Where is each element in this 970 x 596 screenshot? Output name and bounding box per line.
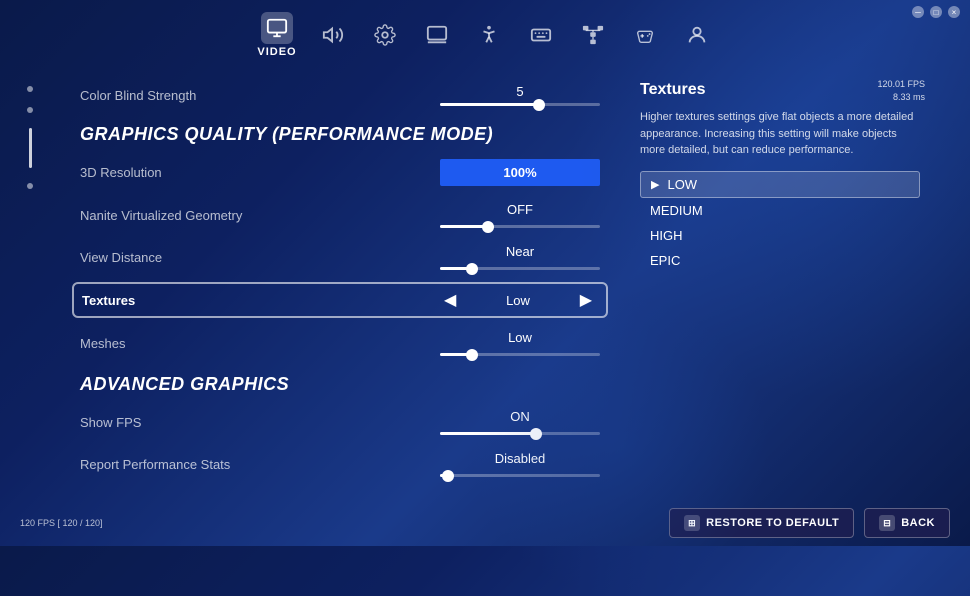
ms-value: 8.33 ms: [877, 91, 925, 104]
controller-icon: [629, 19, 661, 51]
fps-info: 120 FPS [ 120 / 120]: [20, 517, 103, 530]
setting-color-blind: Color Blind Strength 5: [80, 76, 600, 114]
textures-value: Low: [478, 293, 558, 308]
quality-option-epic[interactable]: EPIC: [640, 248, 920, 273]
textures-prev-btn[interactable]: ◀: [438, 290, 462, 310]
resolution-label: 3D Resolution: [80, 165, 260, 180]
show-fps-label: Show FPS: [80, 415, 260, 430]
nanite-slider[interactable]: [440, 225, 600, 228]
nav-item-input[interactable]: [525, 19, 557, 51]
show-fps-value: ON: [510, 409, 530, 424]
meshes-value: Low: [508, 330, 532, 345]
quality-label-high: HIGH: [650, 228, 683, 243]
sidebar: [0, 66, 60, 547]
setting-show-fps: Show FPS ON: [80, 401, 600, 443]
gear-icon: [369, 19, 401, 51]
view-distance-control: Near: [440, 244, 600, 270]
color-blind-value: 5: [480, 84, 560, 99]
info-description: Higher textures settings give flat objec…: [640, 109, 920, 159]
performance-stats-value: Disabled: [495, 451, 546, 466]
view-distance-slider[interactable]: [440, 267, 600, 270]
speaker-icon: [317, 19, 349, 51]
nav-item-settings[interactable]: [369, 19, 401, 51]
nav-item-network[interactable]: [577, 19, 609, 51]
keyboard-icon: [525, 19, 557, 51]
back-label: BACK: [901, 517, 935, 529]
nanite-label: Nanite Virtualized Geometry: [80, 208, 260, 223]
display-icon: [421, 19, 453, 51]
nanite-value: OFF: [507, 202, 533, 217]
network-icon: [577, 19, 609, 51]
setting-meshes: Meshes Low: [80, 322, 600, 364]
color-blind-label: Color Blind Strength: [80, 88, 260, 103]
nav-label-video: VIDEO: [257, 46, 296, 58]
setting-resolution: 3D Resolution 100%: [80, 151, 600, 194]
setting-textures[interactable]: Textures ◀ Low ▶: [72, 282, 608, 318]
sidebar-dot-2: [27, 107, 33, 113]
person-icon: [681, 19, 713, 51]
back-icon: ⊟: [879, 515, 895, 531]
nav-item-audio[interactable]: [317, 19, 349, 51]
quality-label-epic: EPIC: [650, 253, 680, 268]
right-panel: 120.01 FPS 8.33 ms Textures Higher textu…: [620, 66, 940, 547]
fps-value: 120.01 FPS: [877, 78, 925, 91]
graphics-section-header: GRAPHICS QUALITY (PERFORMANCE MODE): [80, 114, 600, 151]
sidebar-line: [29, 128, 32, 168]
restore-icon: ⊞: [684, 515, 700, 531]
main-layout: Color Blind Strength 5 GRAPHICS QUALITY …: [0, 66, 970, 547]
quality-option-low[interactable]: ▶ LOW: [640, 171, 920, 198]
nav-item-controller[interactable]: [629, 19, 661, 51]
quality-arrow-low: ▶: [651, 178, 659, 191]
view-distance-value: Near: [506, 244, 534, 259]
meshes-control: Low: [440, 330, 600, 356]
advanced-section-header: ADVANCED GRAPHICS: [80, 364, 600, 401]
restore-label: RESTORE TO DEFAULT: [706, 517, 839, 529]
performance-stats-slider[interactable]: [440, 474, 600, 477]
textures-control: ◀ Low ▶: [438, 290, 598, 310]
meshes-slider[interactable]: [440, 353, 600, 356]
restore-default-button[interactable]: ⊞ RESTORE TO DEFAULT: [669, 508, 854, 538]
top-nav: VIDEO: [0, 0, 970, 66]
sidebar-dot-3: [27, 183, 33, 189]
fps-counter: 120.01 FPS 8.33 ms: [877, 78, 925, 103]
quality-option-medium[interactable]: MEDIUM: [640, 198, 920, 223]
resolution-value[interactable]: 100%: [440, 159, 600, 186]
nanite-control: OFF: [440, 202, 600, 228]
quality-list: ▶ LOW MEDIUM HIGH EPIC: [640, 171, 920, 273]
nav-item-video[interactable]: VIDEO: [257, 12, 296, 58]
show-fps-slider[interactable]: [440, 432, 600, 435]
show-fps-control: ON: [440, 409, 600, 435]
color-blind-control: 5: [440, 84, 600, 106]
setting-view-distance: View Distance Near: [80, 236, 600, 278]
view-distance-label: View Distance: [80, 250, 260, 265]
quality-label-low: LOW: [667, 177, 697, 192]
performance-stats-control: Disabled: [440, 451, 600, 477]
textures-next-btn[interactable]: ▶: [574, 290, 598, 310]
quality-option-high[interactable]: HIGH: [640, 223, 920, 248]
settings-panel: Color Blind Strength 5 GRAPHICS QUALITY …: [60, 66, 620, 547]
sidebar-dot-1: [27, 86, 33, 92]
color-blind-slider[interactable]: [440, 103, 600, 106]
quality-label-medium: MEDIUM: [650, 203, 703, 218]
bottom-buttons: ⊞ RESTORE TO DEFAULT ⊟ BACK: [669, 508, 950, 538]
back-button[interactable]: ⊟ BACK: [864, 508, 950, 538]
setting-nanite: Nanite Virtualized Geometry OFF: [80, 194, 600, 236]
meshes-label: Meshes: [80, 336, 260, 351]
nav-item-display[interactable]: [421, 19, 453, 51]
accessibility-icon: [473, 19, 505, 51]
nav-item-accessibility[interactable]: [473, 19, 505, 51]
monitor-icon: [261, 12, 293, 44]
textures-label: Textures: [82, 293, 262, 308]
nav-item-account[interactable]: [681, 19, 713, 51]
bottom-bar: 120 FPS [ 120 / 120] ⊞ RESTORE TO DEFAUL…: [0, 500, 970, 546]
performance-stats-label: Report Performance Stats: [80, 457, 260, 472]
setting-performance-stats: Report Performance Stats Disabled: [80, 443, 600, 485]
